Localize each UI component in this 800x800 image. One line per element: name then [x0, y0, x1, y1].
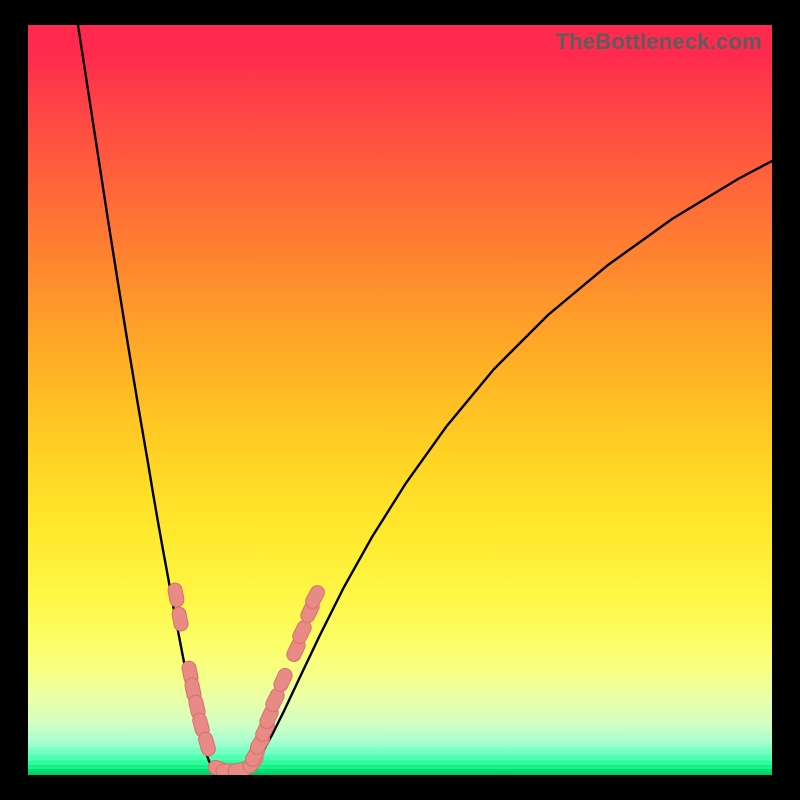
chart-plot-area: TheBottleneck.com: [28, 25, 772, 775]
glossy-ridges: [28, 633, 772, 768]
chart-frame: TheBottleneck.com: [0, 0, 800, 800]
marker: [167, 582, 185, 608]
marker: [171, 606, 189, 632]
bottleneck-curve: [78, 25, 772, 775]
chart-svg: [28, 25, 772, 775]
